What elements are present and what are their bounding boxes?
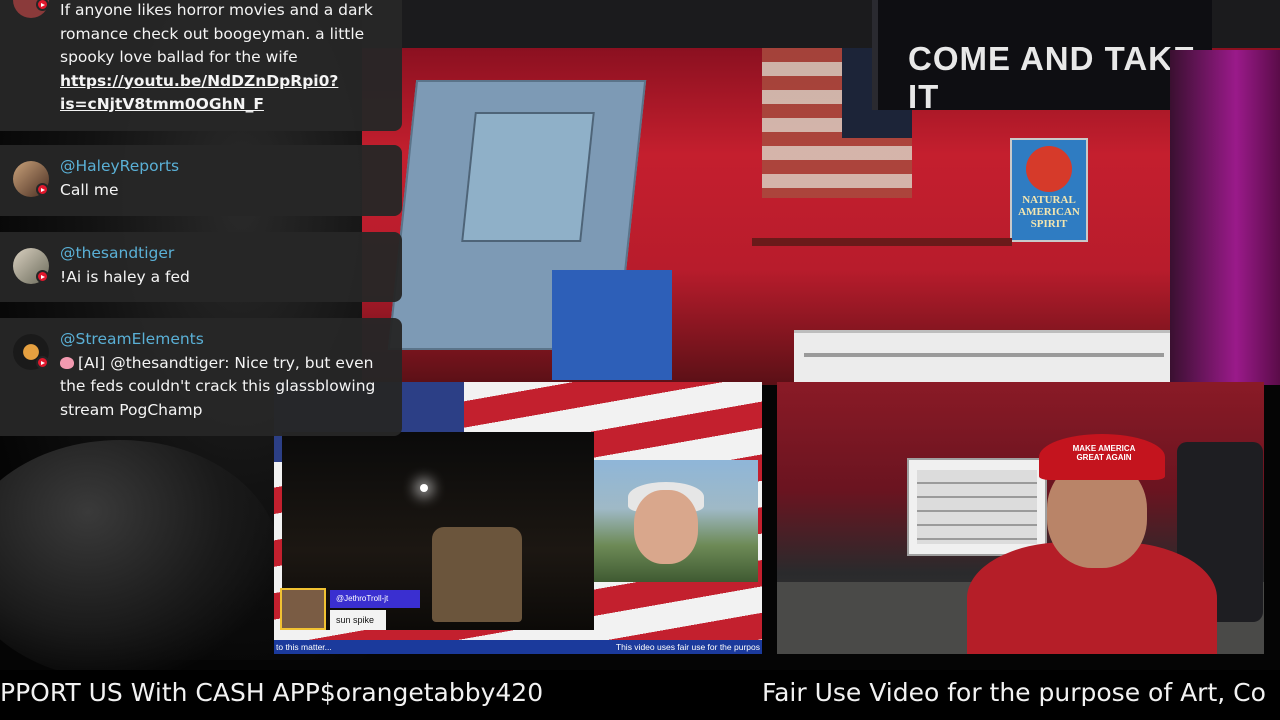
message-link[interactable]: https://youtu.be/NdDZnDpRpi0?is=cNjtV8tm… (60, 70, 340, 117)
pip-ticker: to this matter... This video uses fair u… (274, 640, 762, 654)
host-tool-cabinet (907, 458, 1047, 556)
purple-light-area (1170, 50, 1280, 385)
pip-chat-username: @JethroTroll-jt (330, 590, 420, 608)
spirit-logo (1026, 146, 1072, 192)
car-seat (432, 527, 522, 622)
chat-message: If anyone likes horror movies and a dark… (0, 0, 402, 131)
pip-ticker-right: This video uses fair use for the purpos (615, 642, 760, 652)
pip-host-camera: MAKE AMERICA GREAT AGAIN (777, 382, 1264, 654)
message-text: !Ai is haley a fed (60, 267, 190, 286)
youtube-icon (36, 356, 49, 369)
spirit-sign: NATURAL AMERICAN SPIRIT (1010, 138, 1088, 242)
pip-ticker-left: to this matter... (276, 642, 332, 652)
kiln-door (461, 112, 595, 242)
bottle-shelf (752, 238, 1012, 246)
dome-light (420, 484, 428, 492)
ticker-fair-use: Fair Use Video for the purpose of Art, C… (762, 678, 1266, 707)
ticker-support: PPORT US With CASH APP$orangetabby420 (0, 678, 544, 707)
cabinet-drawers (917, 470, 1037, 544)
tool-cabinet (794, 330, 1176, 385)
pip-chat-message: sun spike (330, 610, 386, 630)
car-interior-view (282, 432, 594, 630)
bottom-ticker: PPORT US With CASH APP$orangetabby420 Fa… (0, 670, 1280, 720)
chat-message: @thesandtiger !Ai is haley a fed (0, 232, 402, 302)
message-text: If anyone likes horror movies and a dark… (60, 1, 373, 66)
youtube-icon (36, 270, 49, 283)
hat-text: MAKE AMERICA GREAT AGAIN (1072, 444, 1136, 462)
spirit-sign-text: NATURAL AMERICAN SPIRIT (1018, 194, 1080, 230)
brain-icon (60, 356, 74, 369)
blue-rollers (552, 270, 672, 380)
chat-message: @HaleyReports Call me (0, 145, 402, 216)
youtube-icon (36, 0, 49, 11)
banner-text: COME AND TAKE IT (908, 40, 1196, 115)
chat-message: @StreamElements [AI] @thesandtiger: Nice… (0, 318, 402, 436)
man-face (634, 490, 698, 564)
workshop-camera: COME AND TAKE IT NATURAL AMERICAN SPIRIT (362, 0, 1280, 385)
webcam-man (594, 460, 758, 582)
username[interactable]: @thesandtiger (60, 242, 388, 266)
red-hat: MAKE AMERICA GREAT AGAIN (1039, 434, 1165, 480)
username[interactable]: @HaleyReports (60, 155, 388, 179)
come-and-take-it-banner: COME AND TAKE IT (872, 0, 1212, 115)
cabinet-drawer (804, 353, 1164, 357)
pip-chat-avatar (280, 588, 326, 630)
message-text: [AI] @thesandtiger: Nice try, but even t… (60, 353, 376, 419)
username[interactable]: @StreamElements (60, 328, 388, 352)
message-text: Call me (60, 180, 119, 199)
youtube-icon (36, 183, 49, 196)
